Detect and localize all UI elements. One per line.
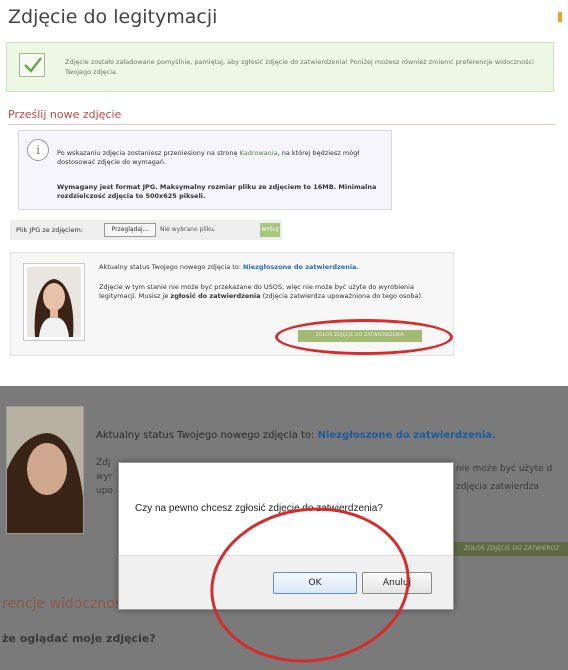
section-title-upload: Prześlij nowe zdjęcie bbox=[8, 108, 122, 121]
send-button[interactable]: WYŚLIJ bbox=[260, 223, 280, 237]
info-text: . Maksymalny rozmiar pliku ze zdjęciem t… bbox=[155, 183, 314, 191]
screenshot-bottom-panel: Aktualny status Twojego nowego zdjęcia t… bbox=[0, 386, 568, 670]
background-text: nie może być użyte d bbox=[456, 464, 553, 474]
status-prefix: Aktualny status Twojego nowego zdjęcia t… bbox=[96, 430, 318, 441]
browse-button[interactable]: Przeglądaj... bbox=[104, 223, 156, 237]
success-message-box: Zdjęcie zostało załadowane pomyślnie, pa… bbox=[6, 42, 554, 92]
status-text-bold: zgłosić do zatwierdzenia bbox=[170, 292, 261, 300]
file-label: Plik JPG ze zdjęciem: bbox=[16, 226, 84, 234]
section-divider bbox=[8, 124, 556, 125]
background-heading: rencje widoczności bbox=[2, 596, 134, 612]
page-title: Zdjęcie do legitymacji bbox=[8, 6, 218, 28]
checkmark-icon bbox=[19, 53, 45, 77]
status-value: Niezgłoszone do zatwierdzenia. bbox=[243, 263, 359, 271]
background-subheading: że oglądać moje zdjęcie? bbox=[2, 632, 156, 645]
info-box: i Po wskazaniu zdjęcia zostaniesz przeni… bbox=[18, 130, 392, 210]
format-value: JPG bbox=[142, 183, 156, 191]
info-text: Wymagany jest format bbox=[57, 183, 143, 191]
background-text: upo bbox=[96, 486, 113, 496]
background-submit-button: ZGŁOŚ ZDJĘCIE DO ZATWIERDZ bbox=[452, 542, 568, 556]
portrait-photo-icon bbox=[27, 267, 81, 337]
annotation-circle bbox=[275, 319, 453, 355]
background-status-line: Aktualny status Twojego nowego zdjęcia t… bbox=[96, 430, 496, 441]
file-upload-row: Plik JPG ze zdjęciem: Przeglądaj... Nie … bbox=[10, 220, 282, 240]
photo-status-box: Aktualny status Twojego nowego zdjęcia t… bbox=[10, 252, 454, 356]
resolution-value: 500x625 bbox=[145, 192, 177, 200]
cropping-link[interactable]: Kadrowania bbox=[240, 149, 278, 157]
success-message-text: Zdjęcie zostało załadowane pomyślnie, pa… bbox=[65, 58, 534, 76]
info-text: pikseli. bbox=[176, 192, 206, 200]
photo-thumbnail bbox=[23, 263, 85, 341]
background-text: zdjęcia zatwierdza bbox=[456, 482, 539, 492]
size-value: 16MB bbox=[313, 183, 334, 191]
status-value: Niezgłoszone do zatwierdzenia. bbox=[317, 430, 496, 441]
info-text-cropping: Po wskazaniu zdjęcia zostaniesz przenies… bbox=[57, 149, 377, 167]
background-text: wyr bbox=[96, 472, 113, 482]
status-line: Aktualny status Twojego nowego zdjęcia t… bbox=[99, 263, 359, 271]
info-text: Po wskazaniu zdjęcia zostaniesz przenies… bbox=[57, 149, 240, 157]
portrait-photo-icon bbox=[7, 407, 83, 533]
status-description: Zdjęcie w tym stanie nie może być przeka… bbox=[99, 283, 439, 301]
background-text: Zdj bbox=[96, 458, 111, 468]
no-file-text: Nie wybrano pliku. bbox=[160, 226, 216, 233]
background-photo bbox=[6, 406, 84, 534]
status-prefix: Aktualny status Twojego nowego zdjęcia t… bbox=[99, 263, 244, 271]
corner-accent bbox=[558, 12, 562, 22]
info-text-requirements: Wymagany jest format JPG. Maksymalny roz… bbox=[57, 183, 377, 201]
status-text: (zdjęcia zatwierdza upoważniona do tego … bbox=[260, 292, 424, 300]
info-icon: i bbox=[27, 139, 49, 161]
screenshot-top-panel: Zdjęcie do legitymacji Zdjęcie zostało z… bbox=[0, 0, 568, 380]
